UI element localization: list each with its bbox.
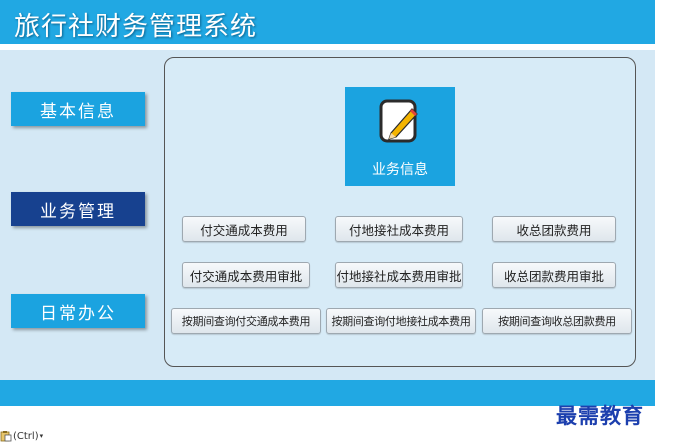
nav-business-management[interactable]: 业务管理 [11, 192, 145, 226]
query-group-payment-by-period-button[interactable]: 按期间查询收总团款费用 [482, 308, 632, 334]
query-transport-cost-by-period-button[interactable]: 按期间查询付交通成本费用 [171, 308, 321, 334]
nav-daily-office[interactable]: 日常办公 [11, 294, 145, 328]
query-local-agency-cost-by-period-button[interactable]: 按期间查询付地接社成本费用 [326, 308, 476, 334]
app-title: 旅行社财务管理系统 [14, 12, 258, 42]
nav-basic-info[interactable]: 基本信息 [11, 92, 145, 126]
title-divider [0, 44, 655, 50]
approve-group-payment-button[interactable]: 收总团款费用审批 [492, 262, 616, 288]
app-window: 旅行社财务管理系统 基本信息 业务管理 日常办公 业务信息 付交通成本费用 付地… [0, 0, 655, 406]
business-info-tile[interactable]: 业务信息 [345, 87, 455, 186]
pay-transport-cost-button[interactable]: 付交通成本费用 [182, 216, 306, 242]
document-edit-icon [379, 99, 418, 143]
approve-transport-cost-button[interactable]: 付交通成本费用审批 [182, 262, 310, 288]
business-info-label: 业务信息 [372, 162, 428, 178]
title-bar: 旅行社财务管理系统 [0, 0, 655, 44]
pay-local-agency-cost-button[interactable]: 付地接社成本费用 [335, 216, 463, 242]
chevron-down-icon: ▾ [39, 432, 44, 440]
collect-group-payment-button[interactable]: 收总团款费用 [492, 216, 616, 242]
approve-local-agency-cost-button[interactable]: 付地接社成本费用审批 [335, 262, 463, 288]
paste-options-label: (Ctrl) [13, 430, 39, 442]
paste-options-button[interactable]: (Ctrl) ▾ [0, 428, 43, 444]
paste-options-icon [0, 431, 12, 442]
watermark-text: 最需教育 [556, 403, 644, 428]
